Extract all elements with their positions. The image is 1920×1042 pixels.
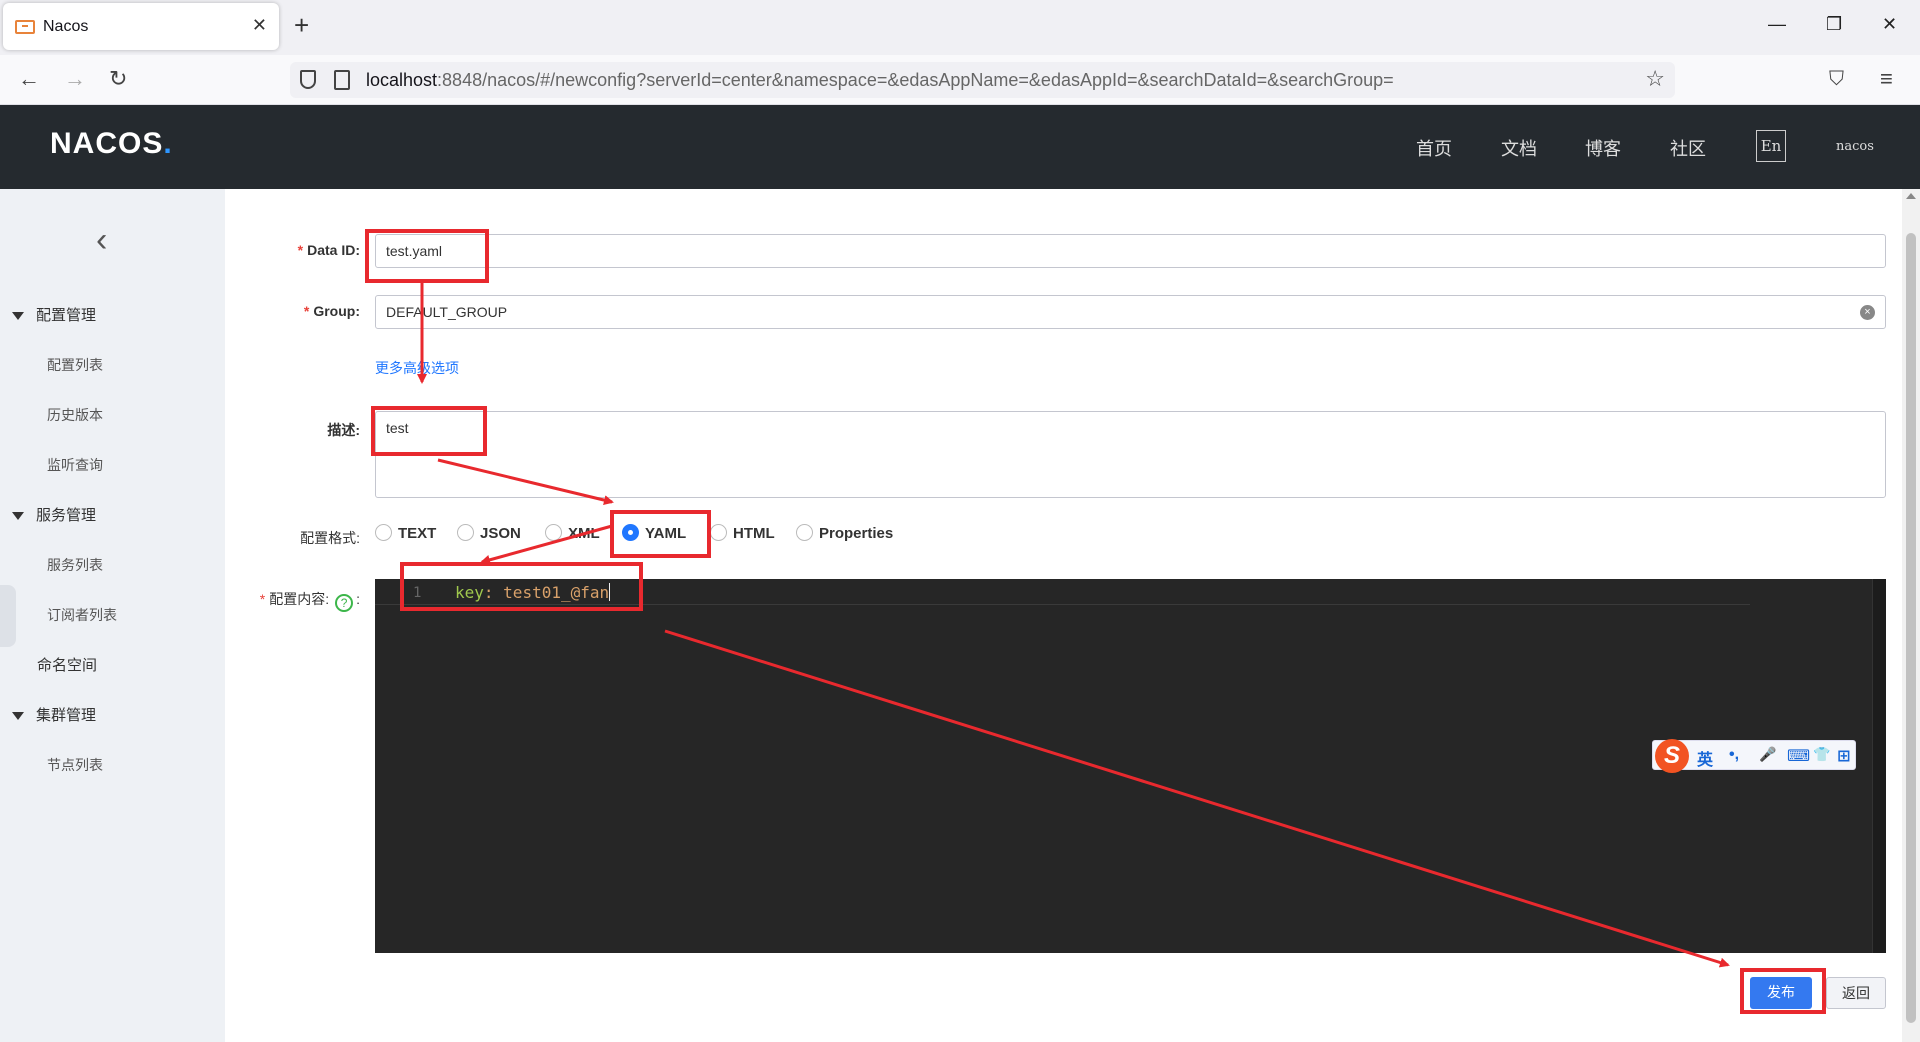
nacos-logo[interactable]: NACOS. — [50, 127, 173, 161]
radio-icon — [545, 524, 562, 541]
back-button[interactable]: 返回 — [1826, 977, 1886, 1009]
sidebar-item-namespace[interactable]: 命名空间 — [37, 654, 97, 675]
description-label: 描述: — [327, 422, 360, 438]
new-tab-button[interactable]: + — [294, 10, 309, 40]
group-value: DEFAULT_GROUP — [386, 304, 508, 320]
close-window-icon[interactable]: ✕ — [1882, 14, 1897, 35]
tab-title: Nacos — [43, 18, 89, 35]
restore-icon[interactable]: ❐ — [1826, 14, 1842, 35]
annotation-box-description — [371, 406, 487, 456]
user-name[interactable]: nacos — [1836, 139, 1874, 154]
editor-scrollbar[interactable] — [1872, 579, 1886, 953]
microphone-icon[interactable]: 🎤 — [1759, 746, 1776, 763]
sidebar-group-label: 集群管理 — [36, 707, 97, 724]
sidebar-item-history[interactable]: 历史版本 — [47, 405, 103, 425]
sidebar-toggle-handle[interactable] — [0, 585, 16, 647]
menu-icon[interactable]: ≡ — [1880, 67, 1893, 91]
browser-tab[interactable]: Nacos ✕ — [3, 3, 279, 50]
advanced-options-link[interactable]: 更多高级选项 — [375, 358, 459, 378]
annotation-box-yaml — [610, 510, 711, 558]
sogou-logo-icon[interactable]: S — [1655, 739, 1689, 773]
nav-docs[interactable]: 文档 — [1501, 135, 1537, 161]
shield-icon[interactable] — [300, 70, 316, 89]
sidebar-item-nodes[interactable]: 节点列表 — [47, 755, 103, 775]
caret-down-icon — [12, 312, 24, 321]
annotation-box-data-id — [365, 229, 489, 283]
url-bar[interactable]: localhost:8848/nacos/#/newconfig?serverI… — [290, 62, 1675, 98]
format-radio-text[interactable]: TEXT — [375, 524, 436, 542]
scrollbar-thumb[interactable] — [1906, 233, 1916, 1023]
tab-close-icon[interactable]: ✕ — [252, 15, 267, 36]
page-scrollbar[interactable] — [1902, 189, 1920, 1042]
sidebar-group-config[interactable]: 配置管理 — [12, 304, 96, 325]
minimize-icon[interactable]: — — [1768, 14, 1786, 35]
sidebar-item-listener-query[interactable]: 监听查询 — [47, 455, 103, 475]
nav-community[interactable]: 社区 — [1670, 135, 1706, 161]
format-label: 配置格式: — [300, 530, 360, 546]
caret-down-icon — [12, 712, 24, 721]
annotation-box-content — [400, 562, 643, 611]
skin-shirt-icon[interactable]: 👕 — [1813, 746, 1830, 763]
nacos-favicon-icon — [15, 20, 35, 34]
nacos-header: NACOS. 首页 文档 博客 社区 En nacos — [0, 105, 1920, 189]
collapse-chevron-left-icon[interactable]: ‹ — [96, 221, 107, 260]
url-host: localhost — [366, 70, 438, 90]
browser-tab-bar: Nacos ✕ + — ❐ ✕ — [0, 0, 1920, 55]
clear-icon[interactable]: × — [1860, 305, 1875, 320]
data-id-input[interactable]: test.yaml — [375, 234, 1886, 268]
caret-down-icon — [12, 512, 24, 521]
annotation-box-publish — [1740, 968, 1826, 1014]
sidebar-group-cluster[interactable]: 集群管理 — [12, 704, 96, 725]
bookmark-star-icon[interactable]: ☆ — [1645, 66, 1665, 92]
scroll-up-arrow-icon[interactable] — [1906, 193, 1916, 199]
sidebar: ‹ 配置管理 配置列表 历史版本 监听查询 服务管理 服务列表 订阅者列表 命名… — [0, 189, 225, 1042]
toolbox-grid-icon[interactable]: ⊞ — [1837, 746, 1850, 766]
language-toggle[interactable]: En — [1756, 130, 1786, 162]
sidebar-item-subscribers[interactable]: 订阅者列表 — [47, 605, 117, 625]
format-radio-xml[interactable]: XML — [545, 524, 600, 542]
description-textarea[interactable]: test — [375, 411, 1886, 498]
radio-icon — [796, 524, 813, 541]
ime-lang-toggle[interactable]: 英 — [1697, 746, 1713, 770]
sidebar-group-label: 服务管理 — [36, 507, 97, 524]
reload-icon[interactable]: ↻ — [109, 67, 127, 91]
forward-arrow-icon[interactable]: → — [64, 67, 86, 91]
sidebar-item-service-list[interactable]: 服务列表 — [47, 555, 103, 575]
logo-dot: . — [163, 127, 173, 160]
data-id-label: * Data ID: — [297, 242, 360, 258]
radio-icon — [457, 524, 474, 541]
nav-blog[interactable]: 博客 — [1585, 135, 1621, 161]
url-path: :8848/nacos/#/newconfig?serverId=center&… — [437, 70, 1394, 90]
group-input[interactable]: DEFAULT_GROUP × — [375, 295, 1886, 329]
sidebar-group-service[interactable]: 服务管理 — [12, 504, 96, 525]
keyboard-icon[interactable]: ⌨ — [1787, 746, 1810, 766]
format-radio-json[interactable]: JSON — [457, 524, 521, 542]
format-radio-properties[interactable]: Properties — [796, 524, 893, 542]
pocket-icon[interactable]: ⛉ — [1829, 67, 1844, 91]
nav-home[interactable]: 首页 — [1416, 135, 1452, 161]
back-arrow-icon[interactable]: ← — [18, 67, 40, 91]
page-icon[interactable] — [334, 70, 350, 90]
url-text[interactable]: localhost:8848/nacos/#/newconfig?serverI… — [366, 70, 1394, 91]
radio-icon — [375, 524, 392, 541]
ime-punct-icon[interactable]: •, — [1729, 746, 1739, 764]
sidebar-group-label: 配置管理 — [36, 307, 97, 324]
help-icon[interactable]: ? — [335, 594, 354, 612]
format-radio-html[interactable]: HTML — [710, 524, 775, 542]
radio-icon — [710, 524, 727, 541]
content-label: * 配置内容:?: — [259, 591, 360, 612]
sidebar-item-config-list[interactable]: 配置列表 — [47, 355, 103, 375]
ime-toolbar[interactable]: S 英 •, 🎤 ⌨ 👕 ⊞ — [1652, 739, 1856, 773]
group-label: * Group: — [303, 303, 360, 319]
logo-text: NACOS — [50, 127, 164, 160]
